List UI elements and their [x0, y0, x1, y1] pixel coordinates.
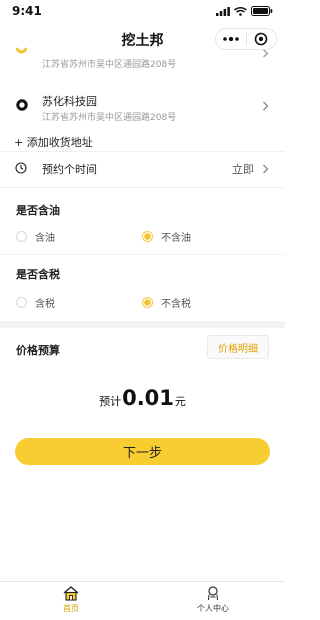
budget-title: 价格预算 — [16, 344, 60, 357]
home-icon — [63, 586, 79, 601]
tab-label: 个人中心 — [197, 604, 229, 613]
schedule-value: 立即 — [232, 163, 254, 176]
estimate-amount: 0.01 — [122, 386, 174, 410]
radio-label: 含税 — [35, 299, 55, 310]
address-item[interactable]: 江苏省苏州市吴中区通园路208号 — [0, 46, 285, 76]
add-address-link[interactable]: + 添加收货地址 — [14, 134, 93, 150]
status-time: 9:41 — [12, 4, 42, 18]
radio-label: 含油 — [35, 233, 55, 244]
tax-option-with[interactable]: 含税 — [16, 295, 55, 310]
oil-section-title: 是否含油 — [16, 204, 60, 217]
tab-bar: 首页 个人中心 — [0, 581, 285, 620]
chevron-right-icon — [263, 101, 269, 111]
price-detail-button[interactable]: 价格明细 — [207, 335, 269, 359]
address-detail: 江苏省苏州市吴中区通园路208号 — [42, 113, 177, 123]
clock-icon — [15, 162, 27, 174]
more-button[interactable] — [216, 37, 246, 41]
end-point-icon — [16, 99, 28, 111]
user-icon — [207, 586, 219, 601]
price-estimate: 预计0.01元 — [0, 386, 285, 410]
radio-circle-selected — [142, 297, 153, 308]
address-name: 苏化科技园 — [42, 95, 97, 108]
close-circle-icon — [254, 32, 268, 46]
radio-circle — [16, 231, 27, 242]
divider — [0, 187, 285, 188]
radio-label: 不含税 — [161, 299, 191, 310]
oil-option-with[interactable]: 含油 — [16, 229, 55, 244]
section-separator — [0, 321, 285, 328]
address-item[interactable]: 苏化科技园 江苏省苏州市吴中区通园路208号 — [0, 92, 285, 128]
tax-option-without[interactable]: 不含税 — [142, 295, 191, 310]
tab-label: 首页 — [63, 604, 79, 613]
divider — [0, 254, 285, 255]
chevron-right-icon — [263, 49, 269, 58]
radio-label: 不含油 — [161, 233, 191, 244]
signal-icon — [216, 6, 230, 16]
status-icons — [216, 6, 273, 16]
radio-circle-selected — [142, 231, 153, 242]
tab-home[interactable]: 首页 — [31, 586, 111, 614]
close-button[interactable] — [247, 32, 277, 46]
tab-profile[interactable]: 个人中心 — [173, 586, 253, 614]
battery-icon — [251, 6, 273, 16]
estimate-unit: 元 — [174, 395, 186, 408]
radio-circle — [16, 297, 27, 308]
schedule-label: 预约个时间 — [42, 163, 97, 176]
oil-option-without[interactable]: 不含油 — [142, 229, 191, 244]
tax-section-title: 是否含税 — [16, 268, 60, 281]
address-detail: 江苏省苏州市吴中区通园路208号 — [42, 60, 177, 70]
estimate-prefix: 预计 — [99, 395, 122, 408]
next-step-button[interactable]: 下一步 — [15, 438, 270, 465]
start-point-icon — [16, 47, 27, 54]
chevron-right-icon — [263, 164, 269, 174]
status-bar: 9:41 — [0, 0, 285, 24]
schedule-row[interactable]: 预约个时间 立即 — [0, 152, 285, 186]
more-icon — [222, 37, 239, 41]
wifi-icon — [234, 6, 247, 16]
